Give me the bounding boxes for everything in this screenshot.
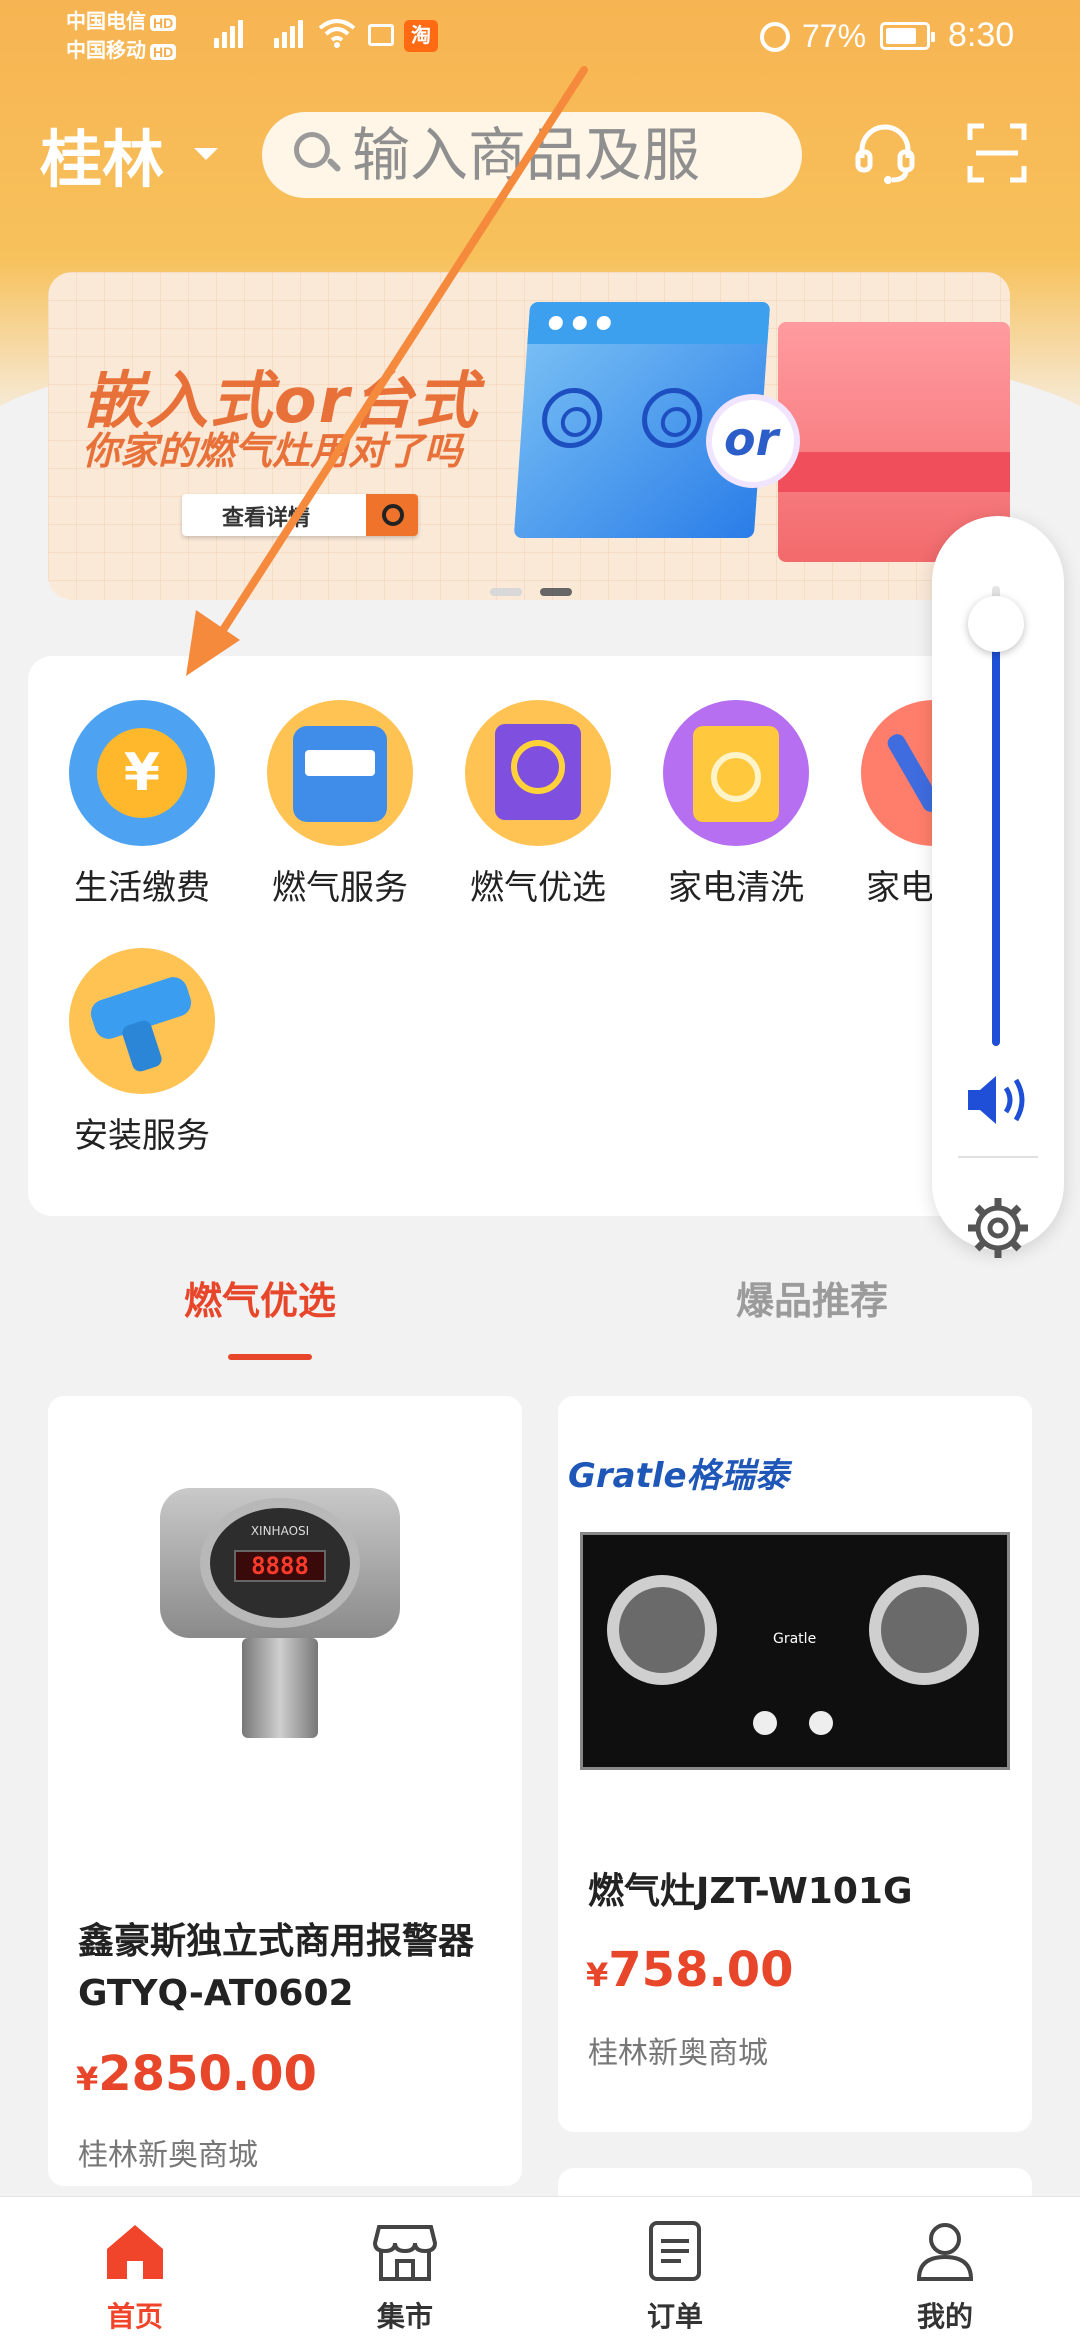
stove-brand-mark: Gratle	[773, 1631, 817, 1647]
taobao-icon: 淘	[404, 20, 438, 52]
volume-slider[interactable]	[992, 586, 1000, 1046]
nav-market[interactable]: 集市	[330, 2197, 480, 2340]
banner-button-label: 查看详情	[222, 506, 311, 531]
nav-orders[interactable]: 订单	[600, 2197, 750, 2340]
promo-banner[interactable]: 嵌入式or台式 你家的燃气灶用对了吗 查看详情 or	[48, 272, 1010, 600]
product-card[interactable]: Gratle格瑞泰 Gratle 燃气灶JZT-W101G ¥758.00 桂林…	[558, 1396, 1032, 2132]
brand-logo: Gratle格瑞泰	[568, 1456, 789, 1496]
gas-stove-icon	[465, 700, 611, 846]
carrier-2: 中国移动	[66, 40, 146, 62]
volume-panel[interactable]	[932, 516, 1064, 1258]
gear-icon[interactable]	[966, 1196, 1030, 1260]
battery-percent: 77%	[802, 18, 867, 54]
carrier-info: 中国电信 HD 中国移动 HD	[66, 8, 177, 66]
yuan-icon: ¥	[69, 700, 215, 846]
device-brand: XINHAOSI	[250, 1524, 310, 1538]
order-icon	[649, 2221, 701, 2281]
hd-badge: HD	[150, 15, 177, 31]
city-selector[interactable]: 桂林	[40, 120, 164, 200]
active-tab-indicator	[228, 1354, 312, 1360]
alarm-icon	[760, 22, 790, 52]
product-name: 鑫豪斯独立式商用报警器	[78, 1921, 475, 1962]
product-price: ¥2850.00	[76, 2046, 317, 2102]
product-model: GTYQ-AT0602	[78, 1973, 354, 2014]
signal-icon	[214, 18, 250, 48]
user-icon	[916, 2223, 974, 2281]
banner-subline: 你家的燃气灶用对了吗	[82, 429, 463, 473]
store-icon	[372, 2225, 438, 2281]
search-bar[interactable]	[262, 112, 802, 198]
volume-level	[992, 618, 1000, 1046]
gas-stove-image: Gratle	[580, 1532, 1010, 1770]
product-card[interactable]: XINHAOSI 8888 鑫豪斯独立式商用报警器 GTYQ-AT0602 ¥2…	[48, 1396, 522, 2186]
device-display: 8888	[234, 1550, 326, 1582]
scan-icon[interactable]	[966, 122, 1028, 184]
nav-profile[interactable]: 我的	[870, 2197, 1020, 2340]
category-bill-payment[interactable]: ¥ 生活缴费	[52, 700, 232, 909]
message-icon	[368, 24, 394, 46]
divider	[958, 1156, 1038, 1158]
headset-icon[interactable]	[852, 120, 918, 186]
nav-home[interactable]: 首页	[60, 2197, 210, 2340]
battery-icon	[880, 22, 935, 50]
category-installation[interactable]: 安装服务	[52, 948, 232, 1157]
product-shop: 桂林新奥商城	[588, 2036, 768, 2071]
product-price: ¥758.00	[586, 1942, 794, 1998]
category-card: ¥ 生活缴费 燃气服务 燃气优选 家电清洗 家电维修	[28, 656, 1058, 1216]
tab-hot-picks[interactable]: 爆品推荐	[736, 1270, 888, 1325]
category-gas-select[interactable]: 燃气优选	[448, 700, 628, 909]
or-badge: or	[706, 394, 800, 488]
drill-icon	[69, 948, 215, 1094]
signal-icon	[274, 18, 310, 48]
product-tabs: 燃气优选 爆品推荐	[0, 1270, 1080, 1360]
search-icon	[366, 494, 418, 536]
home-icon	[107, 2225, 163, 2279]
washing-machine-icon	[663, 700, 809, 846]
hd-badge: HD	[150, 44, 177, 60]
tab-gas-select[interactable]: 燃气优选	[184, 1270, 336, 1325]
volume-icon[interactable]	[964, 1070, 1032, 1130]
search-input[interactable]	[352, 112, 782, 198]
volume-slider-handle[interactable]	[968, 596, 1024, 652]
clock: 8:30	[948, 16, 1015, 54]
search-icon	[294, 132, 330, 168]
carrier-1: 中国电信	[66, 11, 146, 33]
category-appliance-cleaning[interactable]: 家电清洗	[646, 700, 826, 909]
product-shop: 桂林新奥商城	[78, 2138, 258, 2173]
wifi-icon	[318, 19, 356, 48]
banner-detail-button[interactable]: 查看详情	[182, 494, 418, 536]
gas-alarm-image: XINHAOSI 8888	[160, 1488, 400, 1738]
bottom-navigation: 首页 集市 订单 我的	[0, 2196, 1080, 2340]
product-name: 燃气灶JZT-W101G	[588, 1871, 913, 1912]
status-bar: 中国电信 HD 中国移动 HD 淘 77% 8:30	[0, 0, 1080, 75]
chevron-down-icon[interactable]	[194, 148, 218, 160]
gas-meter-icon	[267, 700, 413, 846]
category-gas-service[interactable]: 燃气服务	[250, 700, 430, 909]
